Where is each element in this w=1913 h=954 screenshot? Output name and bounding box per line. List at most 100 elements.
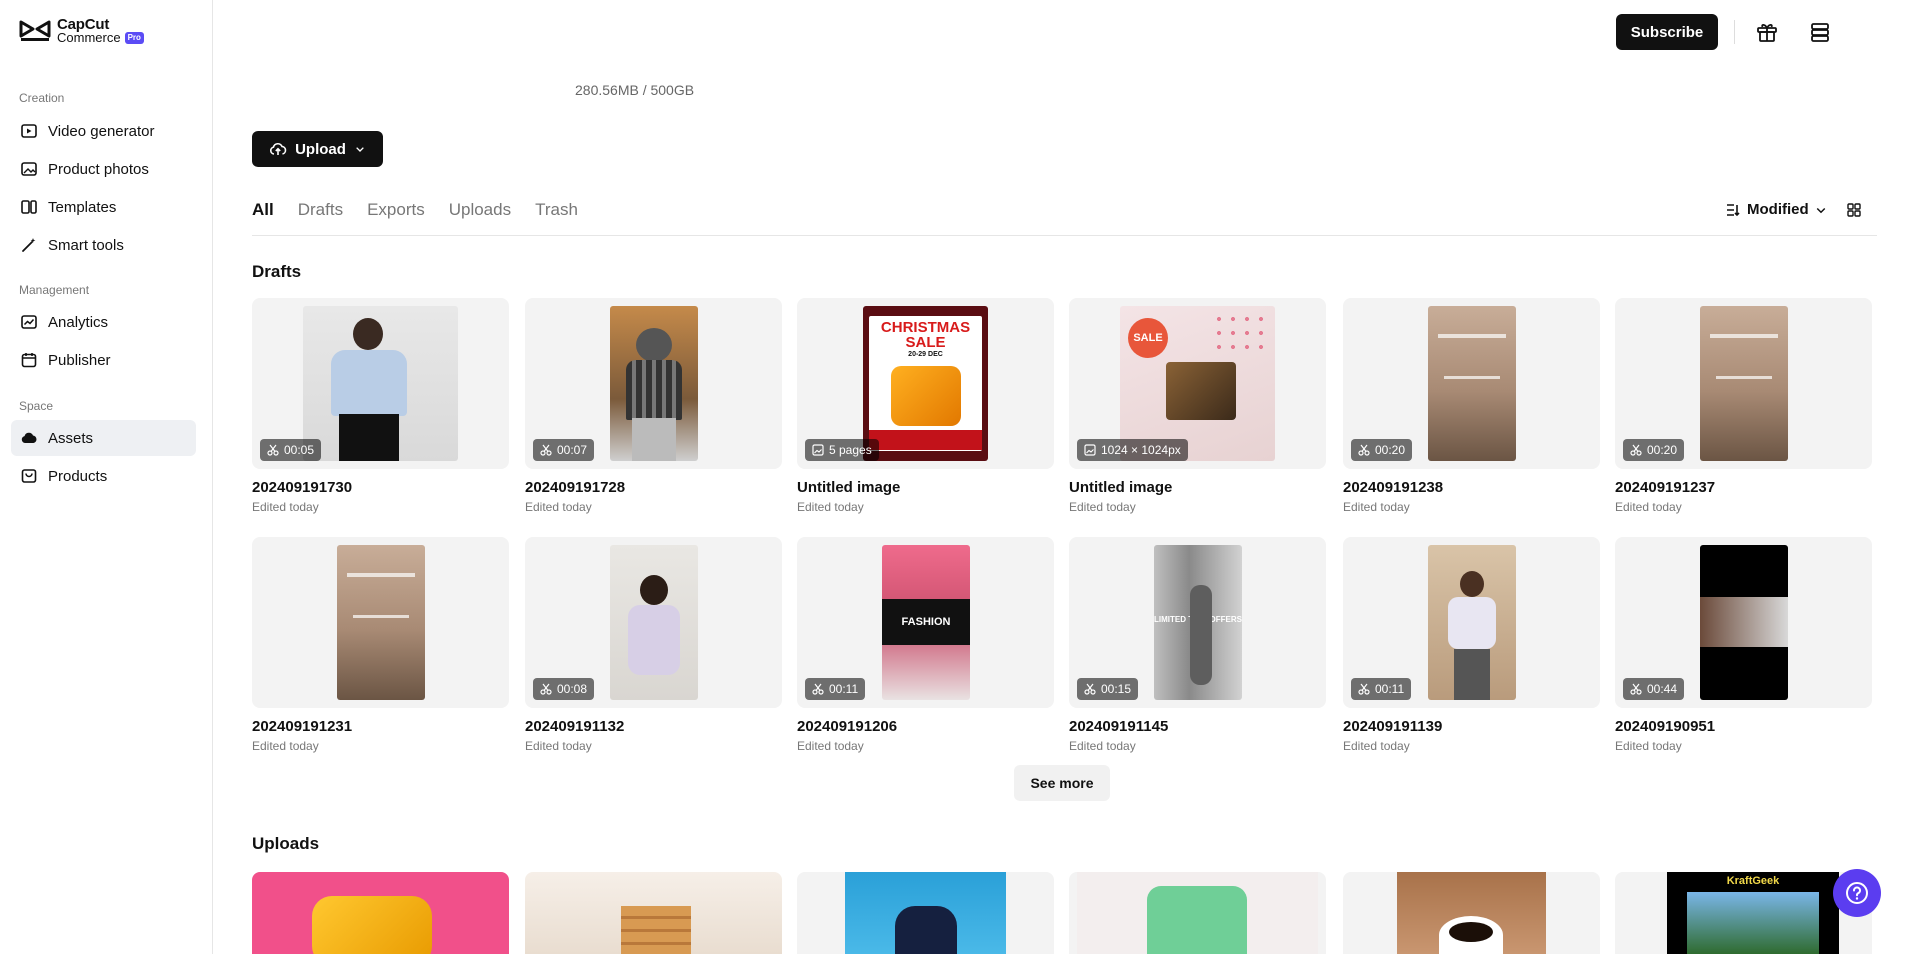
card-subtitle: Edited today [1343,739,1410,753]
scissors-icon [1358,683,1370,695]
draft-card[interactable]: 00:07 202409191728 Edited today [525,298,782,514]
tab-trash[interactable]: Trash [535,200,578,220]
sidebar-item-analytics[interactable]: Analytics [11,304,196,340]
see-more-button[interactable]: See more [1014,765,1110,801]
calendar-icon [20,351,38,369]
draft-thumbnail: 00:07 [525,298,782,469]
thumbnail-image [337,545,425,700]
card-title: 202409191728 [525,479,626,496]
card-title: Untitled image [797,479,901,496]
upload-thumbnail[interactable] [525,872,782,954]
tab-drafts[interactable]: Drafts [298,200,343,220]
card-title: 202409191237 [1615,479,1716,496]
analytics-icon [20,313,38,331]
draft-card[interactable]: 00:20 202409191238 Edited today [1343,298,1600,514]
sale-text: SALE [905,334,946,351]
image-icon [20,160,38,178]
upload-thumbnail[interactable] [252,872,509,954]
card-subtitle: Edited today [1615,739,1682,753]
draft-thumbnail: SALE 1024 × 1024px [1069,298,1326,469]
duration-badge: 00:05 [260,439,322,461]
brand-logo[interactable]: CapCut Commerce Pro [19,17,144,44]
section-label-creation: Creation [19,91,65,105]
chevron-down-icon [1816,207,1825,213]
image-icon [1084,444,1096,456]
draft-card[interactable]: 00:08 202409191132 Edited today [525,537,782,753]
draft-card[interactable]: 202409191231 Edited today [252,537,509,753]
draft-card[interactable]: CHRISTMAS SALE 20-29 DEC 5 pages Untitle… [797,298,1054,514]
draft-card[interactable]: 00:20 202409191237 Edited today [1615,298,1872,514]
duration-badge: 00:11 [1351,678,1412,700]
badge-text: 00:11 [1375,682,1405,696]
sidebar-item-templates[interactable]: Templates [11,189,196,225]
badge-text: 00:20 [1647,443,1678,457]
sidebar-item-label: Smart tools [48,236,124,254]
sidebar: CapCut Commerce Pro Creation Video gener… [0,0,213,954]
sidebar-item-label: Video generator [48,122,155,140]
draft-card[interactable]: LIMITED TIME OFFERS 00:15 202409191145 E… [1069,537,1326,753]
draft-card[interactable]: 00:11 202409191139 Edited today [1343,537,1600,753]
products-icon [20,467,38,485]
sidebar-item-label: Analytics [48,313,109,331]
thumbnail-image [312,896,432,954]
card-subtitle: Edited today [797,739,864,753]
sale-sticker: SALE [1128,318,1168,358]
badge-text: 00:44 [1647,682,1678,696]
badge-text: 00:07 [557,443,588,457]
subscribe-button[interactable]: Subscribe [1616,14,1718,50]
tab-uploads[interactable]: Uploads [449,200,511,220]
duration-badge: 00:20 [1623,439,1685,461]
sidebar-item-video-generator[interactable]: Video generator [11,113,196,149]
uploads-section-title: Uploads [252,834,320,853]
draft-thumbnail: FASHION 00:11 [797,537,1054,708]
duration-badge: 00:15 [1077,678,1139,700]
grid-view-icon[interactable] [1846,202,1862,218]
badge-text: 00:08 [557,682,588,696]
help-button[interactable] [1833,869,1881,917]
video-generator-icon [20,122,38,140]
question-mark-icon [1846,882,1868,904]
storage-stack-icon[interactable] [1808,20,1832,44]
cloud-icon [20,429,38,447]
gift-icon[interactable] [1755,20,1779,44]
card-subtitle: Edited today [1069,500,1136,514]
card-title: 202409191145 [1069,718,1169,735]
scissors-icon [540,683,552,695]
badge-text: 00:15 [1101,682,1132,696]
scissors-icon [1358,444,1370,456]
duration-badge: 00:11 [805,678,866,700]
draft-card[interactable]: 00:05 202409191730 Edited today [252,298,509,514]
section-label-space: Space [19,399,54,413]
card-subtitle: Edited today [1343,500,1410,514]
scissors-icon [1630,444,1642,456]
thumbnail-image [303,306,458,461]
sidebar-item-assets[interactable]: Assets [11,420,196,456]
card-subtitle: Edited today [525,500,592,514]
upload-thumbnail[interactable] [797,872,1054,954]
sidebar-item-products[interactable]: Products [11,458,196,494]
sidebar-item-label: Templates [48,198,117,216]
thumbnail-image [1397,872,1546,954]
draft-card[interactable]: SALE 1024 × 1024px Untitled image Edited… [1069,298,1326,514]
sort-dropdown[interactable]: Modified [1725,201,1827,218]
drafts-section-title: Drafts [252,262,302,281]
tab-all[interactable]: All [252,200,274,220]
sidebar-item-publisher[interactable]: Publisher [11,342,196,378]
tab-exports[interactable]: Exports [367,200,425,220]
badge-text: 00:20 [1375,443,1406,457]
draft-card[interactable]: FASHION 00:11 202409191206 Edited today [797,537,1054,753]
thumbnail-image [1077,872,1318,954]
draft-card[interactable]: 00:44 202409190951 Edited today [1615,537,1872,753]
upload-button[interactable]: Upload [252,131,383,167]
sidebar-item-smart-tools[interactable]: Smart tools [11,227,196,263]
thumbnail-image [845,872,1006,954]
thumbnail-image [610,306,698,461]
upload-thumbnail[interactable] [1343,872,1600,954]
upload-thumbnail[interactable] [1069,872,1326,954]
sidebar-item-product-photos[interactable]: Product photos [11,151,196,187]
kraftgeek-text: KraftGeek [1726,875,1780,887]
scissors-icon [267,444,279,456]
badge-text: 00:11 [829,682,859,696]
sidebar-item-label: Assets [48,429,94,447]
draft-thumbnail: CHRISTMAS SALE 20-29 DEC 5 pages [797,298,1054,469]
